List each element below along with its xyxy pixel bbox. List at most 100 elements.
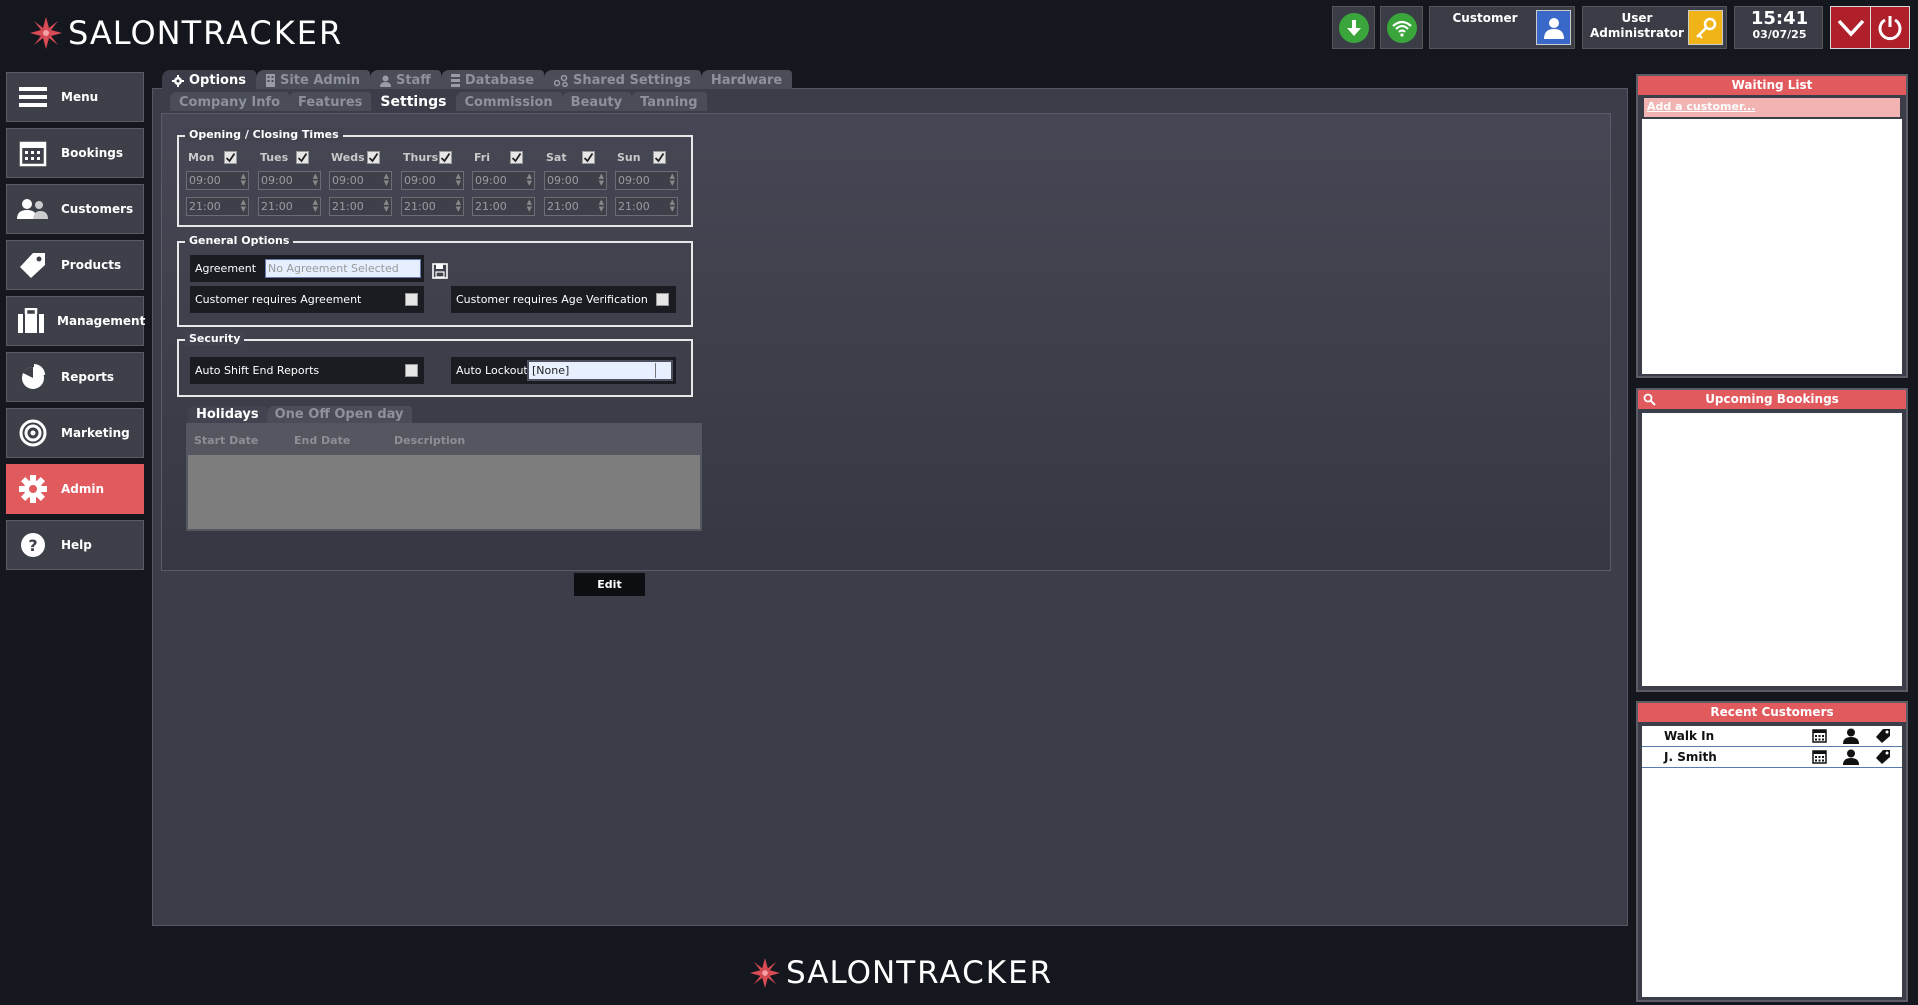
download-button[interactable] <box>1332 6 1375 49</box>
tab-beauty[interactable]: Beauty <box>561 92 632 111</box>
check-icon <box>440 153 451 163</box>
sidebar-item-admin[interactable]: Admin <box>6 464 144 514</box>
closing-time-input[interactable]: 21:00 ▲ ▼ <box>401 197 464 216</box>
tab-company-info[interactable]: Company Info <box>170 92 290 111</box>
sidebar-item-management[interactable]: Management <box>6 296 145 346</box>
opening-time-input[interactable]: 09:00 ▲ ▼ <box>544 171 607 190</box>
spinner-arrows-icon[interactable]: ▲ ▼ <box>384 199 389 213</box>
minimize-button[interactable] <box>1833 9 1869 46</box>
tab-features[interactable]: Features <box>289 92 372 111</box>
closing-time-input[interactable]: 21:00 ▲ ▼ <box>544 197 607 216</box>
opening-time-input[interactable]: 09:00 ▲ ▼ <box>258 171 321 190</box>
day-open-checkbox[interactable] <box>224 151 237 164</box>
user-button[interactable]: User Administrator <box>1582 6 1727 49</box>
wifi-button[interactable] <box>1380 6 1423 49</box>
edit-button[interactable]: Edit <box>574 573 645 596</box>
day-open-checkbox[interactable] <box>439 151 452 164</box>
tab-tanning[interactable]: Tanning <box>631 92 707 111</box>
closing-time-input[interactable]: 21:00 ▲ ▼ <box>258 197 321 216</box>
holidays-table[interactable]: Start Date End Date Description <box>186 423 702 531</box>
tab-settings[interactable]: Settings <box>371 92 456 111</box>
requires-age-checkbox[interactable] <box>656 293 669 306</box>
day-open-checkbox[interactable] <box>296 151 309 164</box>
sidebar-item-products[interactable]: Products <box>6 240 144 290</box>
customer-button[interactable]: Customer <box>1429 6 1575 49</box>
tab-holidays[interactable]: Holidays <box>188 406 267 423</box>
day-open-checkbox[interactable] <box>510 151 523 164</box>
calendar-icon[interactable] <box>1810 749 1828 765</box>
opening-time-input[interactable]: 09:00 ▲ ▼ <box>401 171 464 190</box>
opening-time-input[interactable]: 09:00 ▲ ▼ <box>615 171 678 190</box>
opening-time-input[interactable]: 09:00 ▲ ▼ <box>329 171 392 190</box>
sidebar-item-menu[interactable]: Menu <box>6 72 144 122</box>
spinner-arrows-icon[interactable]: ▲ ▼ <box>313 199 318 213</box>
auto-shift-checkbox[interactable] <box>405 364 418 377</box>
opening-time-input[interactable]: 09:00 ▲ ▼ <box>472 171 535 190</box>
spinner-arrows-icon[interactable]: ▲ ▼ <box>241 173 246 187</box>
waiting-list-panel: Waiting List Add a customer... <box>1636 74 1908 378</box>
tab-hardware[interactable]: Hardware <box>700 70 793 89</box>
spinner-arrows-icon[interactable]: ▲ ▼ <box>670 199 675 213</box>
day-open-checkbox[interactable] <box>367 151 380 164</box>
tab-commission[interactable]: Commission <box>455 92 562 111</box>
tab-database[interactable]: Database <box>440 70 545 89</box>
pie-chart-icon <box>17 361 49 393</box>
tab-one-off-open-day[interactable]: One Off Open day <box>266 406 412 423</box>
check-icon <box>297 153 308 163</box>
opening-time-input[interactable]: 09:00 ▲ ▼ <box>186 171 249 190</box>
spinner-arrows-icon[interactable]: ▲ ▼ <box>599 173 604 187</box>
spinner-arrows-icon[interactable]: ▲ ▼ <box>670 173 675 187</box>
closing-time-input[interactable]: 21:00 ▲ ▼ <box>472 197 535 216</box>
save-agreement-button[interactable] <box>430 261 450 280</box>
spinner-arrows-icon[interactable]: ▲ ▼ <box>456 199 461 213</box>
person-icon[interactable] <box>1842 728 1860 744</box>
star-logo-icon <box>30 17 62 49</box>
closing-time-input[interactable]: 21:00 ▲ ▼ <box>186 197 249 216</box>
col-end-date[interactable]: End Date <box>288 434 388 447</box>
requires-agreement-checkbox[interactable] <box>405 293 418 306</box>
waiting-list-area <box>1642 119 1902 374</box>
auto-lockout-select[interactable]: [None] <box>527 360 673 381</box>
tab-staff[interactable]: Staff <box>369 70 441 89</box>
spinner-arrows-icon[interactable]: ▲ ▼ <box>599 199 604 213</box>
spinner-arrows-icon[interactable]: ▲ ▼ <box>527 199 532 213</box>
sidebar-item-customers[interactable]: Customers <box>6 184 144 234</box>
spinner-arrows-icon[interactable]: ▲ ▼ <box>241 199 246 213</box>
sidebar-item-marketing[interactable]: Marketing <box>6 408 144 458</box>
spinner-arrows-icon[interactable]: ▲ ▼ <box>313 173 318 187</box>
person-icon[interactable] <box>1842 749 1860 765</box>
tab-site-admin[interactable]: Site Admin <box>255 70 370 89</box>
closing-time-input[interactable]: 21:00 ▲ ▼ <box>615 197 678 216</box>
spinner-arrows-icon[interactable]: ▲ ▼ <box>456 173 461 187</box>
spinner-arrows-icon[interactable]: ▲ ▼ <box>384 173 389 187</box>
tag-icon[interactable] <box>1874 728 1892 744</box>
magnifier-icon[interactable] <box>1643 393 1656 406</box>
sidebar-item-help[interactable]: ? Help <box>6 520 144 570</box>
target-icon <box>17 417 49 449</box>
sidebar-item-reports[interactable]: Reports <box>6 352 144 402</box>
calendar-icon[interactable] <box>1810 728 1828 744</box>
sidebar-item-bookings[interactable]: Bookings <box>6 128 144 178</box>
check-icon <box>583 153 594 163</box>
day-open-checkbox[interactable] <box>653 151 666 164</box>
tab-shared-settings[interactable]: Shared Settings <box>544 70 701 89</box>
day-label: Weds <box>331 151 365 164</box>
list-item[interactable]: Walk In <box>1642 726 1902 747</box>
tag-icon[interactable] <box>1874 749 1892 765</box>
day-label: Mon <box>188 151 215 164</box>
col-description[interactable]: Description <box>388 434 588 447</box>
tab-options[interactable]: Options <box>162 70 256 89</box>
building-icon <box>265 74 275 87</box>
waiting-list-title: Waiting List <box>1638 76 1906 95</box>
list-item[interactable]: J. Smith <box>1642 747 1902 768</box>
agreement-input[interactable]: No Agreement Selected <box>265 259 421 278</box>
closing-time-input[interactable]: 21:00 ▲ ▼ <box>329 197 392 216</box>
day-open-checkbox[interactable] <box>582 151 595 164</box>
spinner-arrows-icon[interactable]: ▲ ▼ <box>527 173 532 187</box>
power-button[interactable] <box>1872 9 1908 46</box>
check-icon <box>511 153 522 163</box>
power-icon <box>1878 15 1902 40</box>
footer-logo: SALONTRACKER <box>750 955 1053 991</box>
col-start-date[interactable]: Start Date <box>188 434 288 447</box>
add-customer-link[interactable]: Add a customer... <box>1644 98 1900 117</box>
